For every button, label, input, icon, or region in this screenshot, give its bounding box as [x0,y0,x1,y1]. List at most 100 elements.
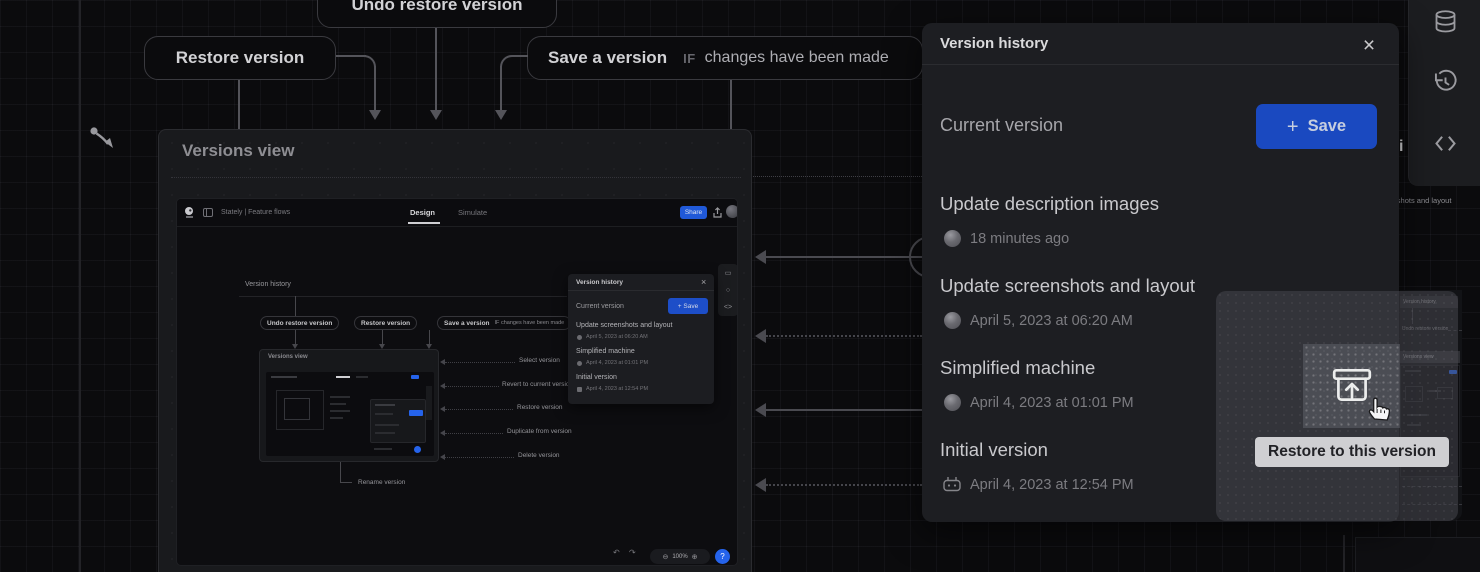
mini-version-item-title[interactable]: Initial version [576,374,617,381]
mini-tab-design[interactable]: Design [410,208,435,217]
mini-node-restore[interactable]: Restore version [354,316,417,330]
mini-arrowhead-icon [440,430,445,436]
mini-breadcrumb: Stately | Feature flows [221,209,290,216]
mini-share-button[interactable]: Share [680,206,707,219]
mini-event-wire [445,386,499,387]
mini-event-label[interactable]: Revert to current version [502,381,573,388]
mini-right-toolbar: ▭ ○ <> [718,264,738,316]
frame-title: Versions view [182,141,294,161]
versions-view-frame[interactable]: Versions view Stately | Feature flows De… [158,129,752,572]
wire-save-to-frame [730,80,732,129]
node-save-a-version[interactable]: Save a version IF changes have been made [527,36,923,80]
mini-guard: IF changes have been made [495,320,565,326]
mini-robot-icon [577,387,582,392]
avatar-icon [944,394,961,411]
mini-wire [295,296,296,316]
version-item-meta: 18 minutes ago [970,231,1069,247]
mini-avatar[interactable] [726,205,738,218]
avatar-icon [944,230,961,247]
version-hover-card[interactable] [1216,291,1458,521]
version-item-meta: April 4, 2023 at 01:01 PM [970,395,1134,411]
arrowhead-left-icon [755,250,766,264]
mini-version-item-title[interactable]: Simplified machine [576,348,635,355]
mini-app-screenshot: Stately | Feature flows Design Simulate … [176,198,738,566]
event-wire-2 [766,335,922,337]
mini-panel-title: Version history [576,279,623,286]
history-icon[interactable] [1432,69,1459,96]
guard-if-keyword: IF [683,51,696,66]
mini-node-label: Restore version [361,320,410,327]
mini-help-button[interactable]: ? [715,549,730,564]
mini-event-wire [445,362,515,363]
mini-code-icon[interactable]: <> [724,304,732,311]
save-version-button[interactable]: + Save [1256,104,1377,149]
code-icon[interactable] [1432,130,1459,157]
mini-event-label[interactable]: Duplicate from version [507,428,572,435]
mini-zoom-controls[interactable]: ⊖ 100% ⊕ [650,549,710,564]
mini-sidebar-toggle-icon[interactable] [203,208,213,217]
mini-wire [340,462,341,482]
mini-version-item-title[interactable]: Update screenshots and layout [576,322,673,329]
mini-save-button[interactable]: + Save [668,298,708,314]
mini-database-icon[interactable]: ▭ [725,269,732,277]
background-line-fragment [1343,535,1345,572]
mini-history-icon[interactable]: ○ [726,287,730,294]
mini-container-border [239,296,567,297]
mini-zoom-out-icon[interactable]: ⊖ [662,553,668,561]
mini-current-version-label: Current version [576,303,624,310]
mini-event-rename[interactable]: Rename version [358,479,405,486]
mini-undo-button[interactable]: ↶ [613,548,620,557]
mini-versions-view-frame: Versions view [259,349,439,462]
database-icon[interactable] [1432,9,1459,36]
mini-frame-title: Versions view [268,354,308,360]
background-frame-fragment [1355,537,1480,572]
version-item-title[interactable]: Update screenshots and layout [940,275,1195,297]
guard-condition: changes have been made [705,49,889,67]
event-wire-4 [766,484,922,486]
mini-redo-button[interactable]: ↷ [629,548,636,557]
mini-wire [340,482,352,483]
mini-zoom-in-icon[interactable]: ⊕ [692,553,698,561]
node-label: Save a version [548,48,667,68]
arrowhead-left-icon [755,329,766,343]
mini-node-undo[interactable]: Undo restore version [260,316,339,330]
mini-event-label[interactable]: Delete version [518,452,560,459]
right-toolbar [1408,0,1480,186]
node-label: Restore version [176,48,305,68]
event-wire-1 [766,256,922,258]
node-undo-restore-version[interactable]: Undo restore version [317,0,557,28]
wire-restore-elbow-h [336,55,366,57]
mini-tab-simulate[interactable]: Simulate [458,208,487,217]
avatar-icon [944,312,961,329]
close-icon[interactable]: × [1356,33,1382,59]
mini-arrowhead-icon [440,454,445,460]
mini-node-save[interactable]: Save a version IF changes have been made [437,316,571,330]
plus-icon: + [1287,117,1299,137]
frame-header-divider [171,177,741,178]
wire-undo-down [435,28,437,110]
panel-divider [922,64,1399,65]
mini-export-icon[interactable] [712,207,723,219]
version-item-title[interactable]: Update description images [940,193,1159,215]
mini-version-item-meta: April 4, 2023 at 01:01 PM [586,360,648,366]
wire-save-elbow-v [500,66,502,110]
version-item-title[interactable]: Simplified machine [940,357,1095,379]
node-label: Undo restore version [352,0,523,15]
event-wire-3 [766,409,922,411]
mini-close-icon[interactable]: × [701,277,706,287]
canvas-left-divider [79,0,81,572]
robot-icon [942,476,962,492]
mini-event-label[interactable]: Select version [519,357,560,364]
version-item-meta: April 5, 2023 at 06:20 AM [970,313,1133,329]
mini-version-item-meta: April 5, 2023 at 06:20 AM [586,334,648,340]
save-button-label: Save [1308,117,1347,136]
mini-tab-underline [408,222,440,224]
mini-version-item-meta: April 4, 2023 at 12:54 PM [586,386,648,392]
node-restore-version[interactable]: Restore version [144,36,336,80]
mini-avatar-icon [577,361,582,366]
mini-event-label[interactable]: Restore version [517,404,563,411]
wire-dotted-top [753,176,922,177]
version-item-title[interactable]: Initial version [940,439,1048,461]
mini-arrowhead-icon [440,406,445,412]
mini-node-label: Save a version [444,320,490,327]
